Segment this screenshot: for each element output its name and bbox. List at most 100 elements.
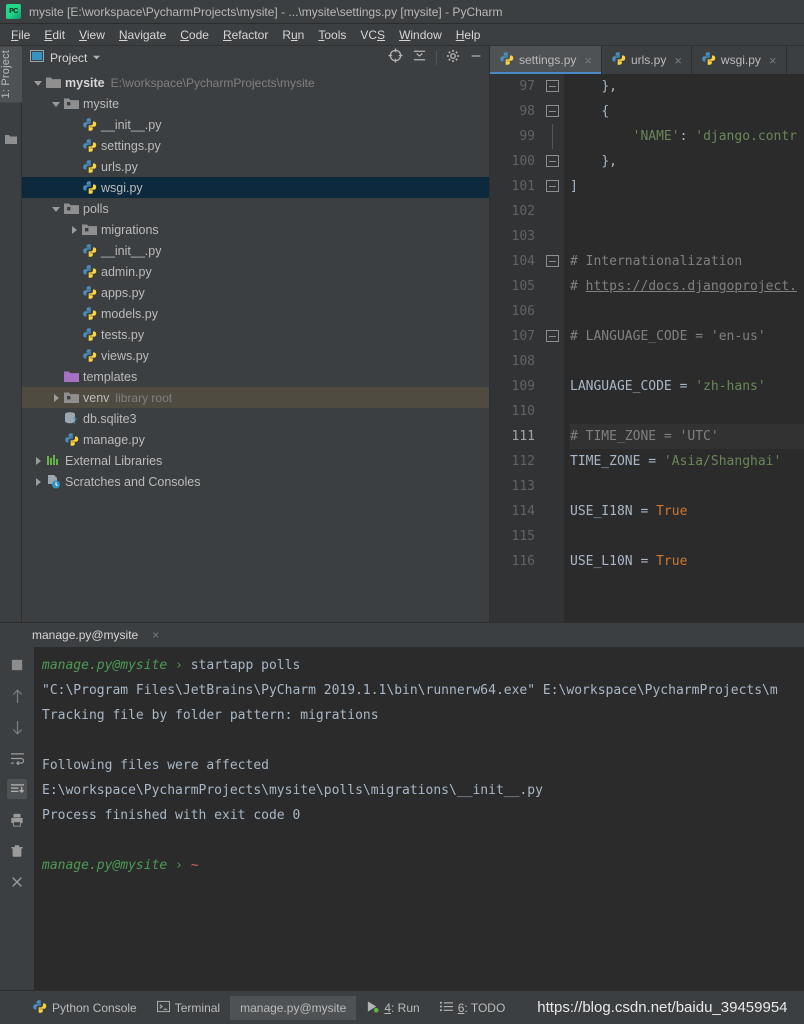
editor-tab-wsgi-py[interactable]: wsgi.py × [691,46,787,74]
code-line[interactable]: # LANGUAGE_CODE = 'en-us' [570,324,804,349]
gear-icon[interactable] [446,49,460,68]
fold-toggle-icon[interactable] [546,80,559,92]
line-number[interactable]: 114 [490,499,535,524]
chevron-right-icon[interactable] [50,391,64,405]
fold-marker-cell[interactable] [542,399,564,424]
fold-marker-cell[interactable] [542,349,564,374]
fold-marker-cell[interactable] [542,224,564,249]
tree-row-models-py[interactable]: models.py [22,303,489,324]
code-line[interactable] [570,299,804,324]
minimize-icon[interactable] [469,49,483,68]
fold-toggle-icon[interactable] [546,180,559,192]
chevron-down-icon[interactable] [50,202,64,216]
code-line[interactable]: USE_I18N = True [570,499,804,524]
run-tab-manage-py[interactable]: manage.py@mysite × [22,625,169,645]
tree-row-templates[interactable]: templates [22,366,489,387]
tree-row--init-py[interactable]: __init__.py [22,240,489,261]
code-line[interactable]: }, [570,74,804,99]
tree-row-mysite[interactable]: mysite [22,93,489,114]
scroll-to-end-icon[interactable] [7,779,27,799]
fold-marker-cell[interactable] [542,74,564,99]
print-icon[interactable] [7,810,27,830]
chevron-right-icon[interactable] [32,454,46,468]
line-number[interactable]: 100 [490,149,535,174]
tree-row-wsgi-py[interactable]: wsgi.py [22,177,489,198]
code-line[interactable]: LANGUAGE_CODE = 'zh-hans' [570,374,804,399]
tree-row-polls[interactable]: polls [22,198,489,219]
trash-icon[interactable] [7,841,27,861]
menu-item-code[interactable]: Code [173,26,216,44]
fold-marker-cell[interactable] [542,199,564,224]
fold-toggle-icon[interactable] [546,255,559,267]
code-line[interactable] [570,474,804,499]
chevron-right-icon[interactable] [32,475,46,489]
chevron-down-icon[interactable] [50,97,64,111]
line-number[interactable]: 111 [490,424,535,449]
up-arrow-icon[interactable] [7,686,27,706]
fold-marker-cell[interactable] [542,549,564,574]
code-line[interactable]: }, [570,149,804,174]
line-number[interactable]: 108 [490,349,535,374]
menu-item-edit[interactable]: Edit [37,26,72,44]
close-icon[interactable]: × [674,53,682,68]
menu-item-navigate[interactable]: Navigate [112,26,173,44]
code-line[interactable]: # Internationalization [570,249,804,274]
fold-toggle-icon[interactable] [546,330,559,342]
status-bar-item-manage-py-mysite[interactable]: manage.py@mysite [230,995,357,1020]
code-line[interactable] [570,349,804,374]
fold-marker-cell[interactable] [542,274,564,299]
editor-tab-settings-py[interactable]: settings.py × [490,46,602,74]
code-line[interactable]: USE_L10N = True [570,549,804,574]
code-line[interactable]: { [570,99,804,124]
menu-item-run[interactable]: Run [275,26,311,44]
fold-marker-cell[interactable] [542,374,564,399]
tree-row-apps-py[interactable]: apps.py [22,282,489,303]
line-number[interactable]: 97 [490,74,535,99]
line-number[interactable]: 103 [490,224,535,249]
chevron-right-icon[interactable] [68,223,82,237]
fold-toggle-icon[interactable] [546,105,559,117]
tree-row-scratches-and-consoles[interactable]: Scratches and Consoles [22,471,489,492]
line-number[interactable]: 112 [490,449,535,474]
tree-row-mysite[interactable]: mysite E:\workspace\PycharmProjects\mysit… [22,72,489,93]
stop-icon[interactable] [7,655,27,675]
code-line[interactable] [570,224,804,249]
fold-marker-cell[interactable] [542,324,564,349]
console-output[interactable]: manage.py@mysite › startapp polls "C:\Pro… [34,647,804,990]
target-icon[interactable] [388,48,403,68]
tree-row-manage-py[interactable]: manage.py [22,429,489,450]
close-icon[interactable]: × [584,53,592,68]
down-arrow-icon[interactable] [7,717,27,737]
fold-marker-cell[interactable] [542,299,564,324]
tree-row-external-libraries[interactable]: External Libraries [22,450,489,471]
tree-row-views-py[interactable]: views.py [22,345,489,366]
chevron-down-icon[interactable] [32,76,46,90]
line-number[interactable]: 116 [490,549,535,574]
tree-row-migrations[interactable]: migrations [22,219,489,240]
menu-item-refactor[interactable]: Refactor [216,26,275,44]
fold-marker-cell[interactable] [542,99,564,124]
soft-wrap-icon[interactable] [7,748,27,768]
code-line[interactable]: ] [570,174,804,199]
line-number[interactable]: 99 [490,124,535,149]
line-number[interactable]: 110 [490,399,535,424]
code-line[interactable]: # https://docs.djangoproject. [570,274,804,299]
close-icon[interactable] [7,872,27,892]
fold-marker-cell[interactable] [542,424,564,449]
code-line[interactable]: 'NAME': 'django.contr [570,124,804,149]
fold-marker-cell[interactable] [542,449,564,474]
code-line[interactable] [570,399,804,424]
line-number[interactable]: 102 [490,199,535,224]
collapse-all-icon[interactable] [412,48,427,68]
line-number[interactable]: 113 [490,474,535,499]
menu-item-vcs[interactable]: VCS [353,26,392,44]
fold-marker-cell[interactable] [542,474,564,499]
sidebar-item-project[interactable]: 1: Project [0,46,22,103]
tree-row-admin-py[interactable]: admin.py [22,261,489,282]
code-line[interactable] [570,524,804,549]
fold-marker-cell[interactable] [542,524,564,549]
close-icon[interactable]: × [769,53,777,68]
chevron-down-icon[interactable] [92,49,101,67]
tree-row-venv[interactable]: venv library root [22,387,489,408]
fold-marker-cell[interactable] [542,149,564,174]
